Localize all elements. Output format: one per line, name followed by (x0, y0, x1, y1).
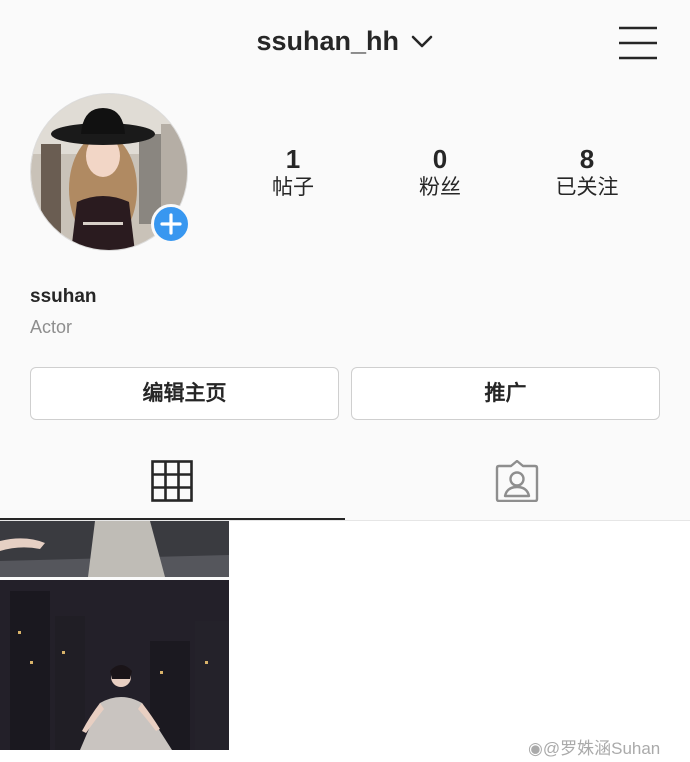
post-thumbnail[interactable] (0, 521, 229, 750)
top-bar: ssuhan_hh (0, 0, 690, 88)
username-title[interactable]: ssuhan_hh (257, 26, 400, 56)
tab-tagged[interactable] (345, 440, 690, 520)
tab-posts-grid[interactable] (0, 440, 345, 520)
edit-profile-button[interactable]: 编辑主页 (30, 367, 339, 420)
posts-count: 1 (285, 144, 301, 174)
weibo-watermark: ◉@罗姝涵Suhan (528, 734, 660, 759)
posts-stat[interactable]: 1 帖子 (233, 144, 353, 202)
grid-icon (151, 460, 193, 502)
post-photo (0, 521, 229, 750)
bio-text: Actor (30, 317, 73, 337)
display-name: ssuhan (30, 286, 97, 307)
posts-grid (0, 521, 690, 762)
following-label: 已关注 (555, 176, 619, 199)
followers-stat[interactable]: 0 粉丝 (380, 144, 500, 202)
chevron-down-icon[interactable] (411, 35, 433, 49)
following-count: 8 (579, 144, 595, 174)
promote-button[interactable]: 推广 (351, 367, 660, 420)
followers-count: 0 (432, 144, 448, 174)
profile-tab-bar (0, 440, 690, 521)
plus-icon (160, 213, 182, 235)
add-story-button[interactable] (151, 204, 191, 244)
watermark-text: @罗姝涵Suhan (542, 739, 661, 758)
followers-label: 粉丝 (419, 176, 461, 199)
hamburger-menu-icon[interactable] (618, 26, 658, 60)
account-switcher[interactable]: ssuhan_hh (0, 26, 690, 57)
profile-avatar-container[interactable] (30, 93, 191, 253)
posts-label: 帖子 (272, 176, 314, 199)
following-stat[interactable]: 8 已关注 (527, 144, 647, 202)
weibo-icon: ◉ (528, 739, 543, 758)
tagged-icon (495, 460, 539, 502)
